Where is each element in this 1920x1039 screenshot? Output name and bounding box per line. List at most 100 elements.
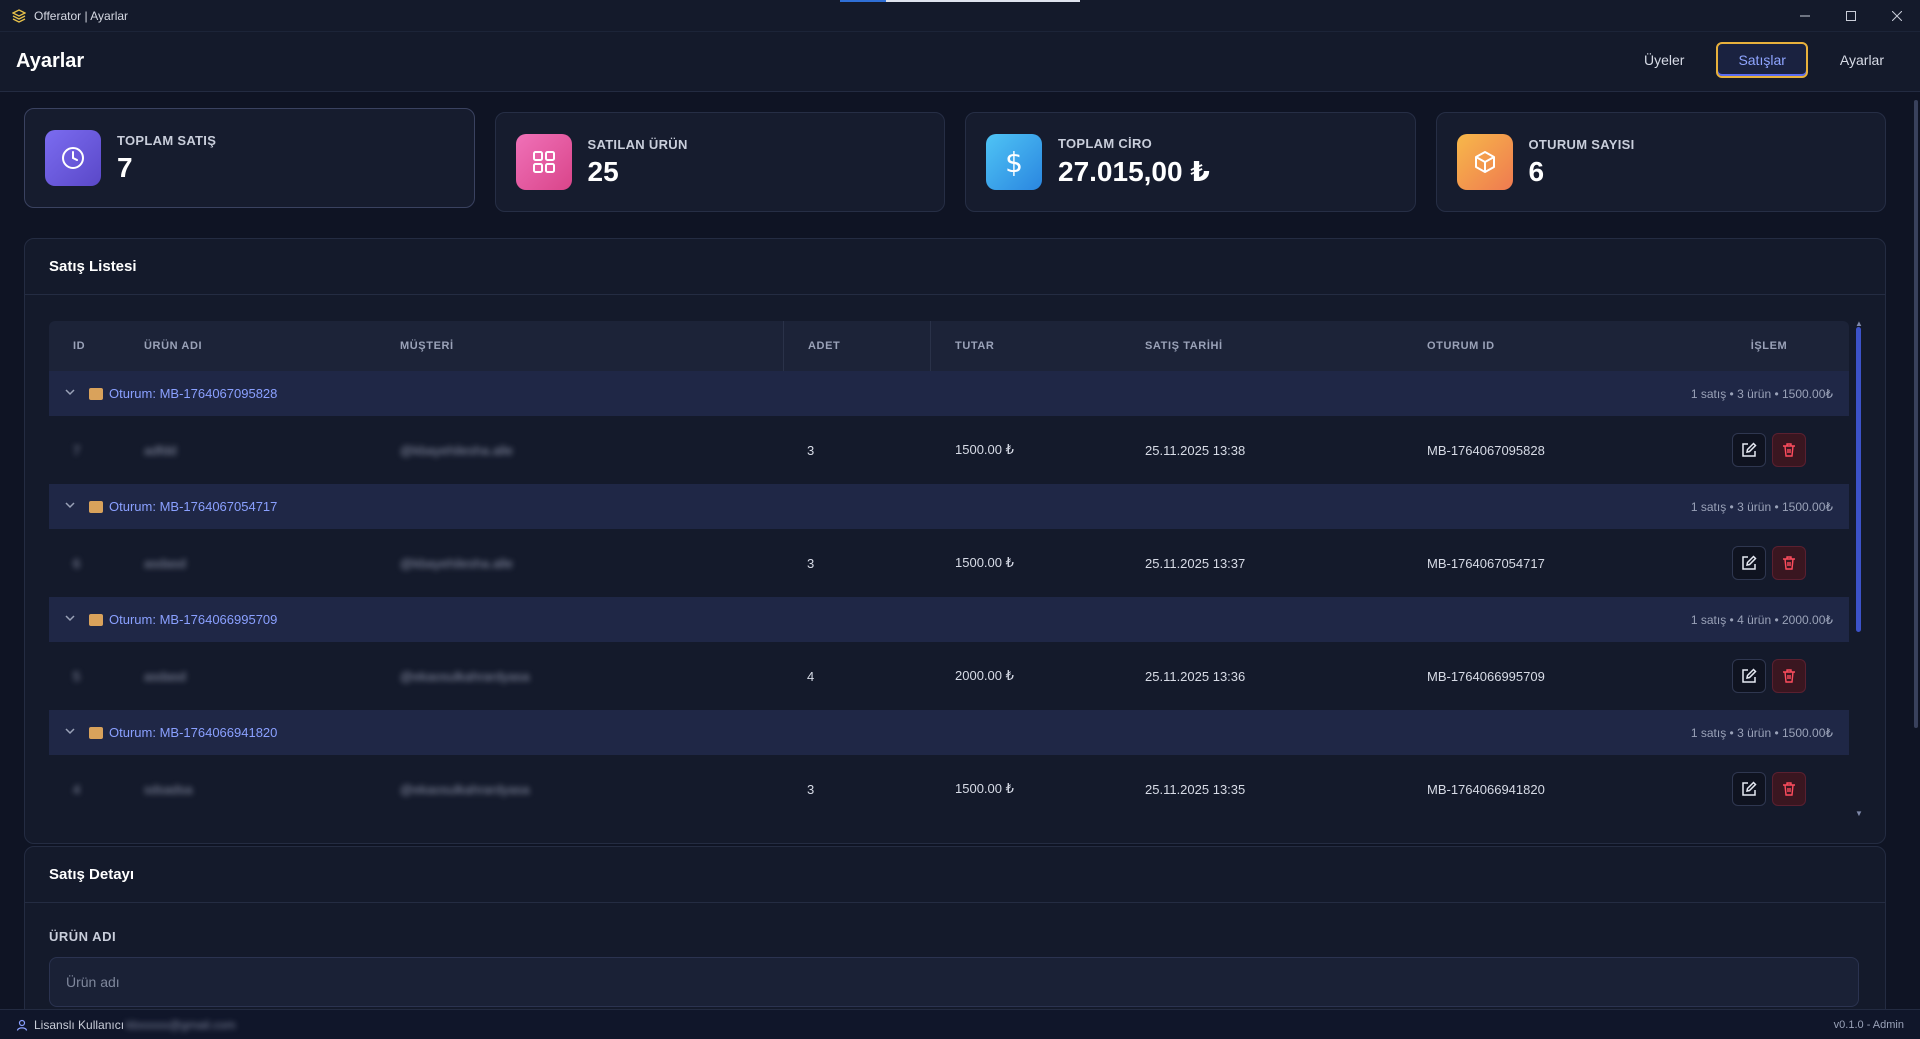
stat-label: TOPLAM SATIŞ [117, 132, 217, 148]
chevron-down-icon[interactable] [65, 387, 79, 400]
table-scrollbar[interactable] [1856, 327, 1861, 632]
close-icon[interactable] [1874, 0, 1920, 32]
cell-amount: 1500.00 ₺ [955, 555, 1014, 570]
session-group-summary: 1 satış • 3 ürün • 1500.00₺ [1690, 725, 1833, 740]
table-row[interactable]: 6 asdasd @kbayehilesha.alle 3 1500.00 ₺ … [49, 529, 1849, 597]
table-row[interactable]: 7 adfdd @kbayehilesha.alle 3 1500.00 ₺ 2… [49, 416, 1849, 484]
status-bar: Lisanslı Kullanıcı kbxxxxx@gmail.com v0.… [0, 1009, 1920, 1039]
session-group-summary: 1 satış • 3 ürün • 1500.00₺ [1690, 386, 1833, 401]
cell-product: sdsadsa [144, 781, 193, 797]
session-group-row[interactable]: Oturum: MB-1764067095828 1 satış • 3 ürü… [49, 371, 1849, 416]
stat-card-total-revenue: $ TOPLAM CİRO 27.015,00 ₺ [965, 112, 1416, 212]
cell-session-id: MB-1764066995709 [1427, 668, 1545, 684]
app-version: v0.1.0 - Admin [1833, 1018, 1904, 1031]
package-icon [89, 387, 103, 400]
chevron-down-icon[interactable] [65, 726, 79, 739]
package-icon [89, 726, 103, 739]
cell-qty: 3 [807, 781, 815, 797]
table-row[interactable]: 5 asdasd @ekaosulkahrardyasa 4 2000.00 ₺… [49, 642, 1849, 710]
app-header: Ayarlar Üyeler Satışlar Ayarlar [0, 32, 1920, 92]
col-header-id[interactable]: ID [49, 321, 144, 371]
chevron-down-icon[interactable] [65, 500, 79, 513]
nav-uyeler[interactable]: Üyeler [1624, 42, 1704, 78]
scroll-down-arrow[interactable]: ▼ [1855, 809, 1863, 818]
layers-icon [12, 8, 26, 23]
stat-label: OTURUM SAYISI [1528, 136, 1635, 152]
cell-date: 25.11.2025 13:38 [1145, 442, 1246, 458]
trash-icon [1783, 782, 1795, 796]
session-group-row[interactable]: Oturum: MB-1764066941820 1 satış • 3 ürü… [49, 710, 1849, 755]
cell-date: 25.11.2025 13:37 [1145, 555, 1246, 571]
cell-actions [1689, 546, 1849, 580]
cell-session-id: MB-1764067054717 [1427, 555, 1545, 571]
cell-qty: 4 [807, 668, 815, 684]
delete-button[interactable] [1772, 659, 1806, 693]
user-email: kbxxxxx@gmail.com [126, 1017, 236, 1032]
session-group-title[interactable]: Oturum: MB-1764066995709 [109, 612, 277, 627]
product-name-input[interactable] [49, 957, 1859, 1007]
cell-date: 25.11.2025 13:35 [1145, 781, 1246, 797]
cell-id: 6 [73, 555, 81, 571]
stat-value: 25 [587, 155, 619, 187]
loading-progress [840, 0, 1080, 2]
sales-table: ID ÜRÜN ADI MÜŞTERİ ADET TUTAR SATIŞ TAR… [49, 321, 1849, 821]
session-group-row[interactable]: Oturum: MB-1764067054717 1 satış • 3 ürü… [49, 484, 1849, 529]
maximize-icon[interactable] [1828, 0, 1874, 32]
col-header-product[interactable]: ÜRÜN ADI [144, 321, 400, 371]
col-header-session-id[interactable]: OTURUM ID [1427, 321, 1689, 371]
product-name-label: ÜRÜN ADI [49, 929, 117, 944]
table-row[interactable]: 4 sdsadsa @ekaosulkahrardyasa 3 1500.00 … [49, 755, 1849, 821]
session-group-title[interactable]: Oturum: MB-1764066941820 [109, 725, 277, 740]
trash-icon [1783, 443, 1795, 457]
license-label: Lisanslı Kullanıcı [34, 1017, 125, 1032]
chevron-down-icon[interactable] [65, 613, 79, 626]
dollar-icon: $ [986, 134, 1042, 190]
edit-button[interactable] [1732, 772, 1766, 806]
cell-actions [1689, 772, 1849, 806]
sales-list-panel: Satış Listesi ID ÜRÜN ADI MÜŞTERİ ADET T… [24, 238, 1886, 844]
cell-customer: @ekaosulkahrardyasa [400, 781, 530, 797]
sales-list-title: Satış Listesi [25, 239, 1885, 295]
edit-icon [1742, 781, 1757, 796]
session-group-row[interactable]: Oturum: MB-1764066995709 1 satış • 4 ürü… [49, 597, 1849, 642]
edit-button[interactable] [1732, 659, 1766, 693]
grid-icon [515, 134, 572, 190]
col-header-amount[interactable]: TUTAR [931, 321, 1145, 371]
nav-satislar[interactable]: Satışlar [1716, 42, 1808, 78]
cell-session-id: MB-1764066941820 [1427, 781, 1545, 797]
page-scrollbar[interactable] [1914, 100, 1918, 728]
session-group-summary: 1 satış • 4 ürün • 2000.00₺ [1690, 612, 1833, 627]
stat-value: 27.015,00 ₺ [1058, 156, 1210, 187]
cell-actions [1689, 433, 1849, 467]
edit-button[interactable] [1732, 433, 1766, 467]
delete-button[interactable] [1772, 772, 1806, 806]
stat-card-total-sales: TOPLAM SATIŞ 7 [24, 108, 475, 208]
col-header-qty[interactable]: ADET [783, 321, 931, 371]
box-icon [1456, 134, 1513, 190]
nav-ayarlar[interactable]: Ayarlar [1820, 42, 1904, 78]
col-header-actions: İŞLEM [1750, 340, 1788, 352]
stats-row: TOPLAM SATIŞ 7 SATILAN ÜRÜN 25 $ TOPLAM … [24, 108, 1886, 212]
cell-product: asdasd [144, 555, 186, 571]
delete-button[interactable] [1772, 546, 1806, 580]
cell-id: 5 [73, 668, 81, 684]
minimize-icon[interactable] [1782, 0, 1828, 32]
cell-product: asdasd [144, 668, 186, 684]
stat-card-sold-products: SATILAN ÜRÜN 25 [494, 112, 945, 212]
cell-qty: 3 [807, 442, 815, 458]
clock-icon [45, 130, 101, 186]
col-header-date[interactable]: SATIŞ TARİHİ [1145, 321, 1427, 371]
cell-qty: 3 [807, 555, 815, 571]
session-group-title[interactable]: Oturum: MB-1764067095828 [109, 386, 277, 401]
stat-value: 6 [1528, 155, 1545, 187]
col-header-customer[interactable]: MÜŞTERİ [400, 321, 783, 371]
delete-button[interactable] [1772, 433, 1806, 467]
cell-amount: 2000.00 ₺ [955, 668, 1014, 683]
cell-customer: @kbayehilesha.alle [400, 442, 513, 458]
edit-icon [1742, 555, 1757, 570]
edit-button[interactable] [1732, 546, 1766, 580]
cell-product: adfdd [144, 442, 177, 458]
session-group-title[interactable]: Oturum: MB-1764067054717 [109, 499, 277, 514]
cell-customer: @kbayehilesha.alle [400, 555, 513, 571]
window-title: Offerator | Ayarlar [34, 8, 129, 23]
